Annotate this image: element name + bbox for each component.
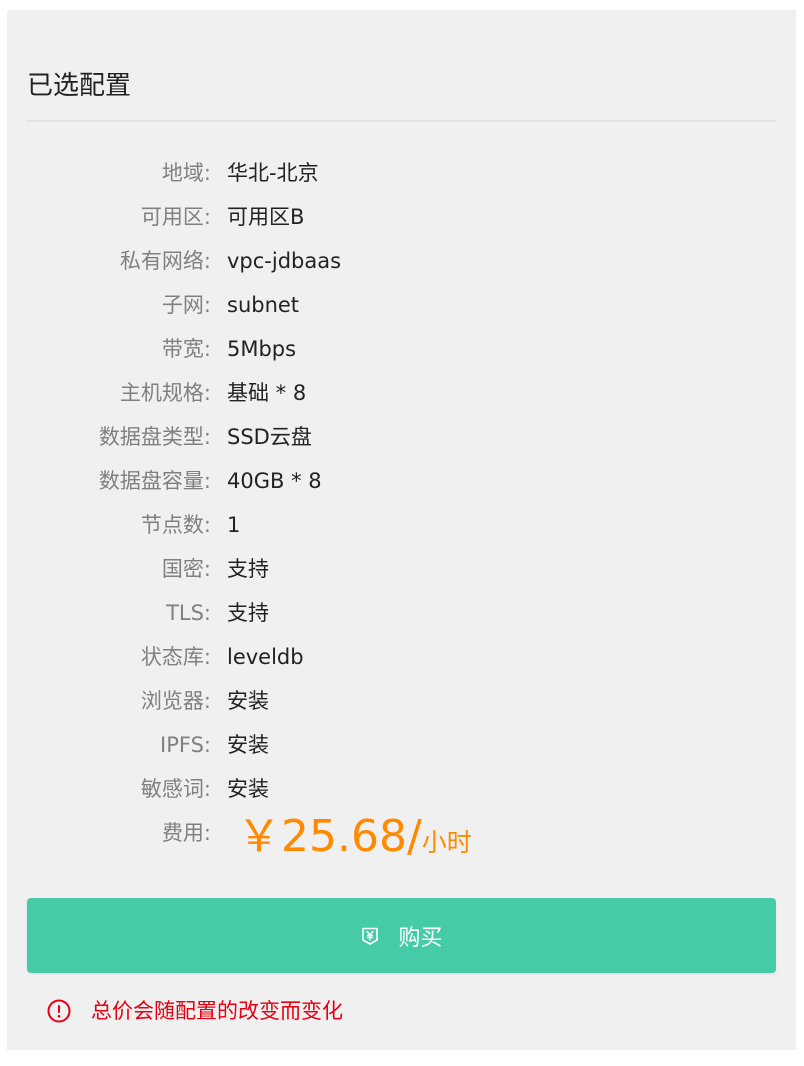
spec-label: 带宽: [161, 337, 211, 361]
title-divider [27, 120, 776, 122]
buy-button[interactable]: 购买 [27, 898, 776, 973]
spec-value: 支持 [227, 557, 269, 581]
spec-value: 安装 [227, 689, 269, 713]
spec-row-region: 地域: 华北-北京 [7, 151, 796, 195]
alert-circle-icon [47, 999, 71, 1023]
spec-row-tls: TLS: 支持 [7, 591, 796, 635]
spec-label: 私有网络: [119, 249, 211, 273]
price-label: 费用: [161, 821, 211, 845]
spec-row-zone: 可用区: 可用区B [7, 195, 796, 239]
spec-label: 主机规格: [119, 381, 211, 405]
spec-row-host-spec: 主机规格: 基础 * 8 [7, 371, 796, 415]
spec-value: 支持 [227, 601, 269, 625]
spec-label: 国密: [161, 557, 211, 581]
spec-row-vpc: 私有网络: vpc-jdbaas [7, 239, 796, 283]
spec-label: 数据盘容量: [98, 469, 211, 493]
buy-button-label: 购买 [398, 925, 443, 951]
spec-row-state-db: 状态库: leveldb [7, 635, 796, 679]
spec-row-disk-type: 数据盘类型: SSD云盘 [7, 415, 796, 459]
spec-label: 状态库: [140, 645, 211, 669]
spec-value: 安装 [227, 777, 269, 801]
spec-row-browser: 浏览器: 安装 [7, 679, 796, 723]
price-notice: 总价会随配置的改变而变化 [47, 996, 343, 1026]
panel-title: 已选配置 [27, 71, 132, 101]
spec-label: 地域: [161, 161, 211, 185]
notice-text: 总价会随配置的改变而变化 [91, 999, 343, 1023]
spec-label: 数据盘类型: [98, 425, 211, 449]
price-display: ￥25.68/小时 [237, 809, 472, 865]
spec-value: vpc-jdbaas [227, 249, 342, 273]
spec-row-node-count: 节点数: 1 [7, 503, 796, 547]
spec-value: 1 [227, 513, 241, 537]
price-row: 费用: ￥25.68/小时 [7, 811, 796, 871]
spec-label: 敏感词: [140, 777, 211, 801]
spec-row-sensitive-words: 敏感词: 安装 [7, 767, 796, 811]
spec-value: 基础 * 8 [227, 381, 307, 405]
spec-value: 40GB * 8 [227, 469, 322, 493]
spec-row-subnet: 子网: subnet [7, 283, 796, 327]
spec-value: 可用区B [227, 205, 305, 229]
spec-label: TLS: [166, 601, 211, 625]
price-unit: 小时 [421, 828, 472, 857]
spec-label: 可用区: [140, 205, 211, 229]
yen-tag-icon [360, 926, 380, 946]
spec-label: 节点数: [140, 513, 211, 537]
spec-row-bandwidth: 带宽: 5Mbps [7, 327, 796, 371]
spec-label: 子网: [161, 293, 211, 317]
spec-value: 华北-北京 [227, 161, 319, 185]
spec-value: subnet [227, 293, 300, 317]
spec-row-sm-crypto: 国密: 支持 [7, 547, 796, 591]
spec-label: IPFS: [160, 733, 211, 757]
selected-config-panel: 已选配置 地域: 华北-北京 可用区: 可用区B 私有网络: vpc-jdbaa… [7, 10, 796, 1050]
price-amount: ￥25.68/ [237, 811, 422, 862]
spec-row-ipfs: IPFS: 安装 [7, 723, 796, 767]
spec-value: 安装 [227, 733, 269, 757]
spec-value: leveldb [227, 645, 304, 669]
spec-value: 5Mbps [227, 337, 297, 361]
spec-row-disk-capacity: 数据盘容量: 40GB * 8 [7, 459, 796, 503]
spec-value: SSD云盘 [227, 425, 312, 449]
spec-list: 地域: 华北-北京 可用区: 可用区B 私有网络: vpc-jdbaas 子网:… [7, 151, 796, 871]
spec-label: 浏览器: [140, 689, 211, 713]
